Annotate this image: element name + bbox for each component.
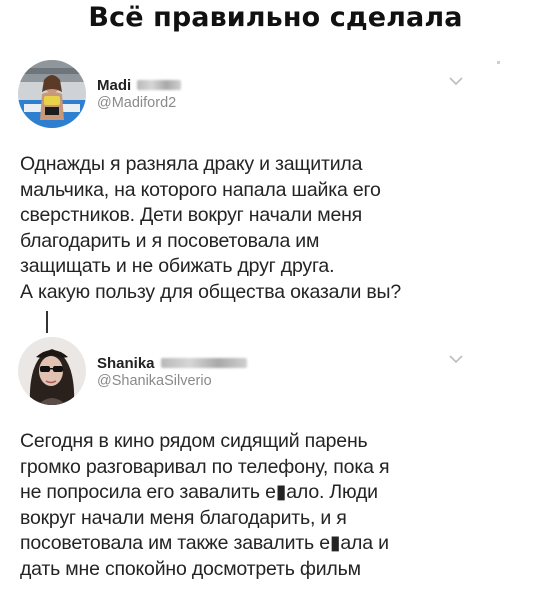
text-caret	[46, 311, 48, 333]
avatar-photo-icon	[18, 337, 86, 405]
blurred-name	[137, 80, 182, 90]
display-name[interactable]: Shanika	[97, 355, 155, 372]
author-row: Madi	[97, 74, 182, 96]
avatar[interactable]	[18, 337, 86, 405]
author-row: Shanika	[97, 352, 247, 374]
user-handle[interactable]: @Madiford2	[97, 95, 176, 111]
meme-title: Всё правильно сделала	[88, 2, 463, 33]
user-handle[interactable]: @ShanikaSilverio	[97, 373, 212, 389]
avatar[interactable]	[18, 60, 86, 128]
avatar-photo-icon	[18, 60, 86, 128]
decorative-dot	[497, 61, 500, 64]
display-name[interactable]: Madi	[97, 77, 131, 94]
blurred-name	[160, 358, 247, 368]
chevron-down-icon[interactable]	[448, 353, 464, 365]
tweet-text: Однажды я разняла драку и защитила мальч…	[20, 153, 402, 303]
chevron-down-icon[interactable]	[448, 75, 464, 87]
tweet-text: Сегодня в кино рядом сидящий парень гром…	[20, 430, 390, 580]
